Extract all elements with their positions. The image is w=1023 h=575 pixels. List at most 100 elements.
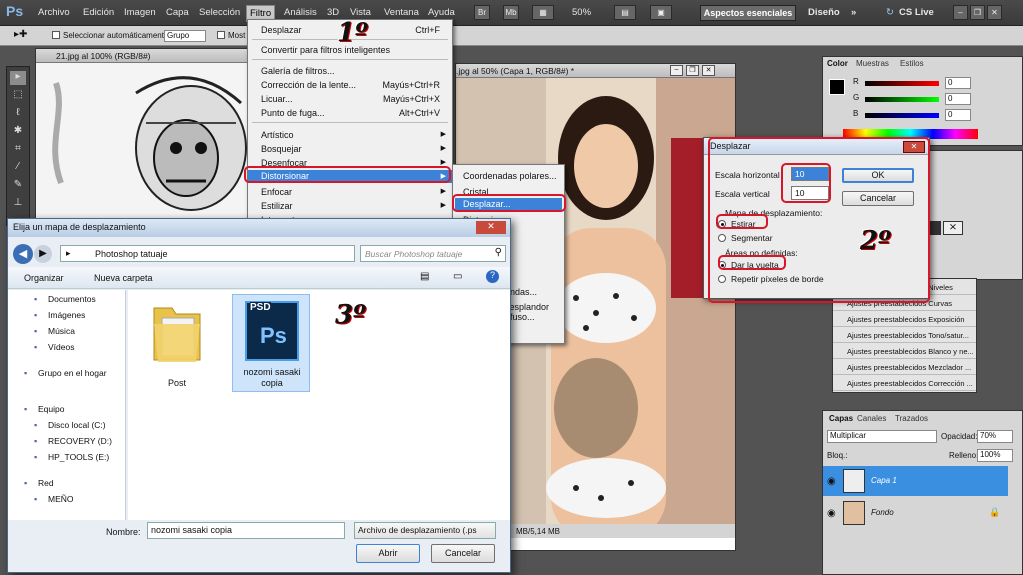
tab-capas[interactable]: Capas xyxy=(829,414,853,423)
nav-item[interactable]: Imágenes xyxy=(48,310,85,320)
nav-item[interactable]: RECOVERY (D:) xyxy=(48,436,112,446)
extras-button[interactable]: ▦ xyxy=(532,5,554,20)
back-arrow-icon[interactable]: ◀ xyxy=(13,244,33,264)
adjust-preset-item[interactable]: Ajustes preestablecidos Blanco y ne... xyxy=(833,345,976,359)
b-slider[interactable] xyxy=(865,113,939,118)
menu-item-licuar[interactable]: Licuar... xyxy=(261,94,293,104)
menu-item-smart-filters[interactable]: Convertir para filtros inteligentes xyxy=(261,45,390,55)
view-icon[interactable]: ▤ xyxy=(420,271,429,282)
eyedropper-icon[interactable]: ⁄ xyxy=(10,161,26,175)
close-icon[interactable]: ✕ xyxy=(476,221,506,234)
restore-icon[interactable]: ❐ xyxy=(686,65,699,76)
tab-trazados[interactable]: Trazados xyxy=(895,414,928,423)
bridge-button[interactable]: Br xyxy=(474,5,490,20)
menu-item-lente[interactable]: Corrección de la lente... xyxy=(261,80,356,90)
adjust-preset-item[interactable]: Ajustes preestablecidos Corrección ... xyxy=(833,377,976,391)
move-tool-icon[interactable]: ▸✚ xyxy=(14,29,27,40)
filename-input[interactable]: nozomi sasaki copia xyxy=(147,522,345,539)
nav-item[interactable]: Equipo xyxy=(38,404,64,414)
nav-item[interactable]: Vídeos xyxy=(48,342,74,352)
r-slider[interactable] xyxy=(865,81,939,86)
file-item-psd[interactable]: PSD Ps nozomi sasaki copia xyxy=(232,294,310,392)
layer-row-capa1[interactable]: ◉ Capa 1 xyxy=(823,466,1008,496)
file-item-post[interactable]: Post xyxy=(148,298,206,388)
help-icon[interactable]: ? xyxy=(486,270,499,283)
menu-item-bosquejar[interactable]: Bosquejar xyxy=(261,144,302,154)
tab-muestras[interactable]: Muestras xyxy=(856,59,889,68)
nav-item[interactable]: Documentos xyxy=(48,294,96,304)
submenu-item-polares[interactable]: Coordenadas polares... xyxy=(463,171,557,181)
adjust-preset-item[interactable]: Ajustes preestablecidos Mezclador ... xyxy=(833,361,976,375)
restore-icon[interactable]: ❐ xyxy=(970,5,985,20)
zoom-level[interactable]: 50% xyxy=(572,7,591,18)
magic-wand-icon[interactable]: ✱ xyxy=(10,125,26,139)
g-slider[interactable] xyxy=(865,97,939,102)
opacity-input[interactable]: 70% xyxy=(977,430,1013,443)
visibility-eye-icon[interactable]: ◉ xyxy=(827,476,836,487)
nav-item[interactable]: MEÑO xyxy=(48,494,74,504)
r-value[interactable]: 0 xyxy=(945,77,971,89)
menu-item-enfocar[interactable]: Enfocar xyxy=(261,187,292,197)
menu-capa[interactable]: Capa xyxy=(166,7,189,18)
show-transform-checkbox[interactable] xyxy=(217,31,225,39)
tab-color[interactable]: Color xyxy=(827,59,848,68)
tab-estilos[interactable]: Estilos xyxy=(900,59,924,68)
arrange-button[interactable]: ▤ xyxy=(614,5,636,20)
close-icon[interactable]: ✕ xyxy=(987,5,1002,20)
minimize-icon[interactable]: – xyxy=(953,5,968,20)
nav-item[interactable]: Red xyxy=(38,478,54,488)
nav-item[interactable]: Música xyxy=(48,326,75,336)
lasso-tool-icon[interactable]: ℓ xyxy=(10,107,26,121)
new-folder-button[interactable]: Nueva carpeta xyxy=(94,273,153,283)
menu-imagen[interactable]: Imagen xyxy=(124,7,156,18)
submenu-item-resplandor[interactable]: Resplandor difuso... xyxy=(503,302,564,322)
menu-item-artistico[interactable]: Artístico xyxy=(261,130,294,140)
autoselect-checkbox[interactable] xyxy=(52,31,60,39)
marquee-tool-icon[interactable]: ⬚ xyxy=(10,89,26,103)
adjust-preset-item[interactable]: Ajustes preestablecidos Exposición xyxy=(833,313,976,327)
menu-archivo[interactable]: Archivo xyxy=(38,7,70,18)
screen-mode-button[interactable]: ▣ xyxy=(650,5,672,20)
blend-mode-select[interactable]: Multiplicar xyxy=(827,430,937,443)
menu-edicion[interactable]: Edición xyxy=(83,7,114,18)
adjust-icon[interactable]: ⨯ xyxy=(943,221,963,235)
nav-item[interactable]: Grupo en el hogar xyxy=(38,368,107,378)
minimize-icon[interactable]: – xyxy=(670,65,683,76)
preview-icon[interactable]: ▭ xyxy=(453,271,462,282)
stamp-tool-icon[interactable]: ⊥ xyxy=(10,197,26,211)
menu-analisis[interactable]: Análisis xyxy=(284,7,317,18)
menu-3d[interactable]: 3D xyxy=(327,7,339,18)
cslive-icon[interactable]: ↻ xyxy=(886,7,894,18)
autoselect-select[interactable]: Grupo xyxy=(164,30,206,42)
nav-item[interactable]: Disco local (C:) xyxy=(48,420,106,430)
search-icon[interactable]: ⚲ xyxy=(495,247,502,258)
b-value[interactable]: 0 xyxy=(945,109,971,121)
g-value[interactable]: 0 xyxy=(945,93,971,105)
open-button[interactable]: Abrir xyxy=(356,544,420,563)
workspace-design[interactable]: Diseño xyxy=(808,7,840,18)
move-tool-icon[interactable]: ▸ xyxy=(10,71,26,85)
menu-item-estilizar[interactable]: Estilizar xyxy=(261,201,293,211)
menu-item-desplazar-last[interactable]: Desplazar xyxy=(261,25,302,35)
workspace-essentials[interactable]: Aspectos esenciales xyxy=(700,5,796,21)
organize-button[interactable]: Organizar xyxy=(24,273,64,283)
minibridge-button[interactable]: Mb xyxy=(503,5,519,20)
menu-ventana[interactable]: Ventana xyxy=(384,7,419,18)
cancel-button[interactable]: Cancelar xyxy=(431,544,495,563)
search-input[interactable]: Buscar Photoshop tatuaje xyxy=(365,249,462,259)
visibility-eye-icon[interactable]: ◉ xyxy=(827,508,836,519)
more-workspaces-icon[interactable]: » xyxy=(851,7,856,18)
adjust-preset-item[interactable]: Ajustes preestablecidos Tono/satur... xyxy=(833,329,976,343)
forward-arrow-icon[interactable]: ▶ xyxy=(34,245,52,263)
menu-item-punto-fuga[interactable]: Punto de fuga... xyxy=(261,108,325,118)
nav-item[interactable]: HP_TOOLS (E:) xyxy=(48,452,109,462)
fill-input[interactable]: 100% xyxy=(977,449,1013,462)
close-icon[interactable]: ✕ xyxy=(702,65,715,76)
brush-tool-icon[interactable]: ✎ xyxy=(10,179,26,193)
menu-vista[interactable]: Vista xyxy=(350,7,371,18)
crop-tool-icon[interactable]: ⌗ xyxy=(10,143,26,157)
menu-seleccion[interactable]: Selección xyxy=(199,7,240,18)
tab-canales[interactable]: Canales xyxy=(857,414,886,423)
path-bar[interactable]: ▸ Photoshop tatuaje xyxy=(60,245,355,262)
menu-ayuda[interactable]: Ayuda xyxy=(428,7,455,18)
